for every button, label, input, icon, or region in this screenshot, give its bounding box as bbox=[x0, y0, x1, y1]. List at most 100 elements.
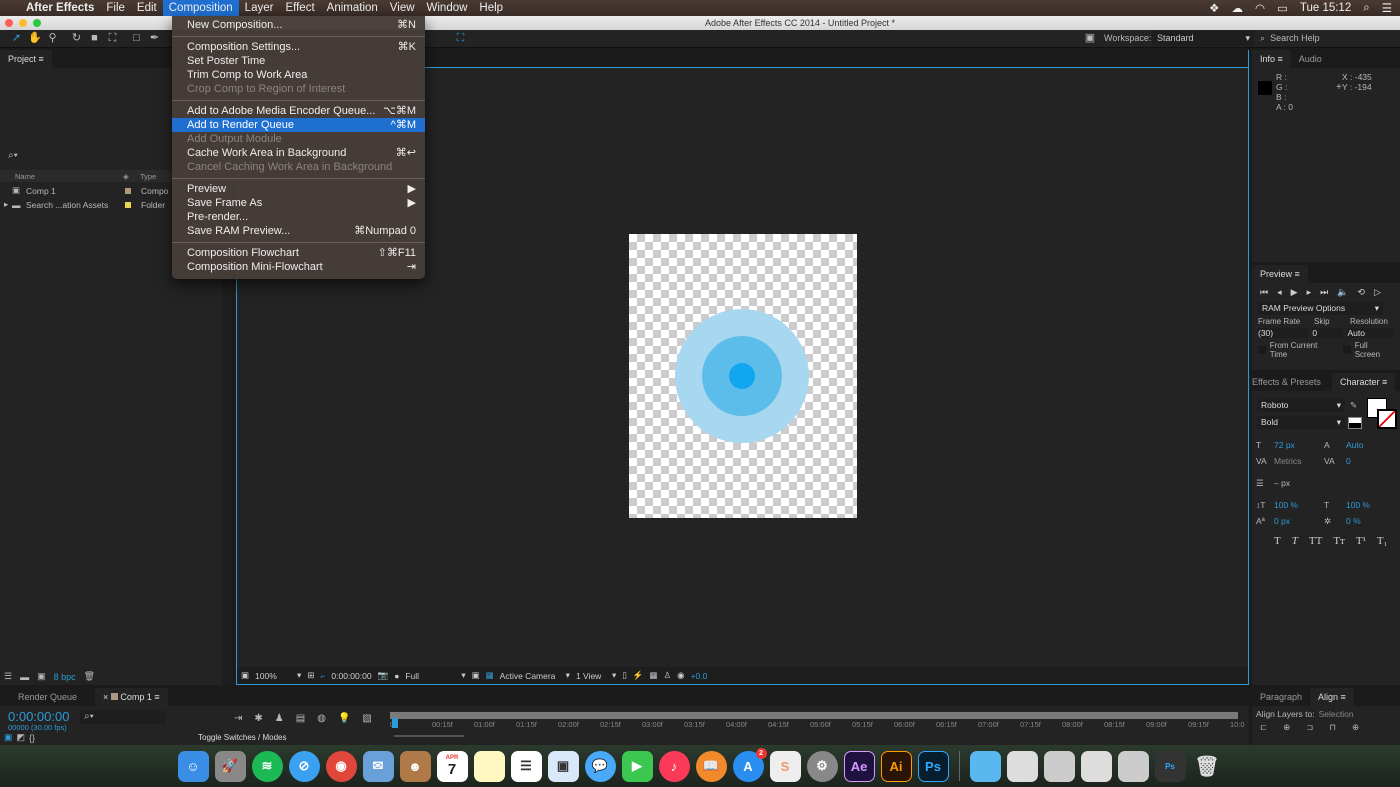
menu-edit[interactable]: Edit bbox=[131, 0, 163, 16]
new-composition-icon[interactable]: ▣ bbox=[37, 671, 46, 682]
wifi-icon[interactable]: ◠ bbox=[1255, 1, 1265, 15]
project-search-icon[interactable]: ⌕▾ bbox=[8, 150, 18, 161]
tab-preview[interactable]: Preview ≡ bbox=[1252, 265, 1308, 283]
motion-blur-icon[interactable]: ◍ bbox=[317, 713, 326, 724]
snapshot-icon[interactable]: 📷 bbox=[378, 670, 389, 681]
illustrator-icon[interactable]: Ai bbox=[880, 750, 912, 782]
font-size-value[interactable]: 72 px bbox=[1274, 437, 1324, 453]
draft-3d-icon[interactable]: ✱ bbox=[254, 713, 262, 724]
timeline-current-time[interactable]: 0:00:00:00 bbox=[8, 709, 69, 724]
preview-icon[interactable]: ▣ bbox=[547, 750, 579, 782]
creative-cloud-icon[interactable]: ☁ bbox=[1231, 1, 1243, 15]
tsume-value[interactable]: 0 % bbox=[1346, 513, 1361, 529]
after-effects-icon[interactable]: Ae bbox=[843, 750, 875, 782]
contacts-icon[interactable]: ☻ bbox=[399, 750, 431, 782]
view-layout-dropdown[interactable]: 1 View bbox=[576, 671, 606, 681]
hand-tool-icon[interactable]: ✋ bbox=[28, 32, 42, 45]
launchpad-icon[interactable]: 🚀 bbox=[214, 750, 246, 782]
safari-icon[interactable]: ⊘ bbox=[288, 750, 320, 782]
column-type[interactable]: Type bbox=[140, 172, 156, 181]
ram-preview-icon[interactable]: ▷ bbox=[1374, 287, 1381, 298]
mute-audio-icon[interactable]: 🔈 bbox=[1337, 287, 1348, 298]
align-top-icon[interactable]: ⊓ bbox=[1329, 722, 1336, 733]
composition-canvas[interactable] bbox=[629, 234, 857, 518]
align-right-icon[interactable]: ⊐ bbox=[1306, 722, 1313, 733]
tab-align[interactable]: Align ≡ bbox=[1310, 688, 1354, 706]
snapping-icon[interactable]: ⛶ bbox=[454, 32, 467, 45]
menu-item-preview[interactable]: Preview ▶ bbox=[172, 182, 425, 196]
menu-item-composition-mini-flowchart[interactable]: Composition Mini-Flowchart ⇥ bbox=[172, 260, 425, 274]
menu-window[interactable]: Window bbox=[421, 0, 474, 16]
screenshot-stack-icon[interactable] bbox=[1080, 750, 1112, 782]
frame-rate-dropdown[interactable]: (30) bbox=[1258, 328, 1309, 338]
camera-dropdown[interactable]: Active Camera bbox=[500, 671, 560, 681]
menu-help[interactable]: Help bbox=[473, 0, 509, 16]
pen-tool-icon[interactable]: ✒ bbox=[148, 32, 161, 45]
menu-view[interactable]: View bbox=[384, 0, 421, 16]
app-store-icon[interactable]: A2 bbox=[732, 747, 767, 782]
stroke-color-swatch[interactable] bbox=[1377, 409, 1397, 429]
align-hcenter-icon[interactable]: ⊕ bbox=[1283, 722, 1290, 733]
menu-app[interactable]: After Effects bbox=[20, 0, 100, 16]
brainstorm-icon[interactable]: 💡 bbox=[338, 713, 350, 724]
resolution-dropdown[interactable]: Auto bbox=[1347, 328, 1394, 338]
full-screen-checkbox[interactable] bbox=[1342, 346, 1351, 354]
exposure-value[interactable]: +0.0 bbox=[691, 671, 708, 681]
always-preview-icon[interactable]: ▣ bbox=[241, 670, 249, 681]
zoom-slider[interactable] bbox=[394, 735, 464, 737]
menu-animation[interactable]: Animation bbox=[321, 0, 384, 16]
system-preferences-icon[interactable]: ⚙ bbox=[806, 750, 838, 782]
loop-icon[interactable]: ⟲ bbox=[1357, 287, 1365, 298]
clock[interactable]: Tue 15:12 bbox=[1300, 2, 1351, 14]
shy-layers-icon[interactable]: ♟ bbox=[275, 713, 284, 724]
comp-mini-flowchart-icon[interactable]: ⇥ bbox=[234, 713, 242, 724]
in-out-icon[interactable]: {} bbox=[29, 733, 35, 743]
baseline-shift-value[interactable]: 0 px bbox=[1274, 513, 1324, 529]
pan-behind-tool-icon[interactable]: ⛶ bbox=[106, 32, 119, 45]
superscript-button[interactable]: T¹ bbox=[1356, 535, 1366, 547]
faux-italic-button[interactable]: T bbox=[1292, 535, 1298, 547]
faux-bold-button[interactable]: T bbox=[1274, 535, 1281, 547]
spotlight-icon[interactable]: ⌕ bbox=[1363, 2, 1369, 15]
minimize-window-button[interactable] bbox=[19, 19, 27, 27]
bit-depth-button[interactable]: 8 bpc bbox=[54, 672, 76, 682]
fast-previews-icon[interactable]: ⚡ bbox=[633, 670, 644, 681]
menu-composition[interactable]: Composition bbox=[162, 0, 239, 16]
all-caps-button[interactable]: TT bbox=[1309, 535, 1322, 547]
work-area-bar[interactable] bbox=[390, 712, 1238, 719]
document-stack-icon[interactable] bbox=[1043, 750, 1075, 782]
graph-editor-icon[interactable]: ▧ bbox=[362, 713, 371, 724]
align-vcenter-icon[interactable]: ⊕ bbox=[1352, 722, 1359, 733]
font-style-dropdown[interactable]: Bold ▾ bbox=[1257, 416, 1345, 429]
dropbox-icon[interactable]: ❖ bbox=[1209, 1, 1219, 15]
vertical-scale-value[interactable]: 100 % bbox=[1274, 497, 1324, 513]
last-frame-icon[interactable]: ⏭ bbox=[1320, 287, 1328, 298]
tab-render-queue[interactable]: Render Queue bbox=[0, 688, 95, 706]
trash-icon[interactable]: 🗑 bbox=[1192, 751, 1223, 782]
align-to-dropdown[interactable]: Selection bbox=[1319, 709, 1354, 719]
timeline-search-input[interactable]: ⌕▾ bbox=[80, 711, 166, 724]
facetime-icon[interactable]: ▶ bbox=[621, 750, 653, 782]
channel-icon[interactable]: ● bbox=[394, 671, 399, 681]
calendar-icon[interactable]: APR 7 bbox=[436, 750, 468, 782]
label-color-swatch[interactable] bbox=[125, 187, 131, 194]
tab-info[interactable]: Info ≡ bbox=[1252, 50, 1291, 68]
menu-item-composition-flowchart[interactable]: Composition Flowchart ⇧⌘F11 bbox=[172, 246, 425, 260]
spotify-icon[interactable]: ≋ bbox=[251, 750, 283, 782]
menu-item-pre-render[interactable]: Pre-render... bbox=[172, 210, 425, 224]
label-column-icon[interactable]: ◈ bbox=[123, 172, 140, 181]
skip-dropdown[interactable]: 0 bbox=[1312, 328, 1344, 338]
align-left-icon[interactable]: ⊏ bbox=[1260, 722, 1267, 733]
small-caps-button[interactable]: Tт bbox=[1333, 535, 1345, 547]
apple-icon[interactable] bbox=[8, 0, 20, 16]
close-window-button[interactable] bbox=[5, 19, 13, 27]
font-family-dropdown[interactable]: Roboto ▾ bbox=[1257, 399, 1345, 412]
tab-audio[interactable]: Audio bbox=[1291, 50, 1330, 68]
horizontal-scale-value[interactable]: 100 % bbox=[1346, 497, 1370, 513]
zoom-window-button[interactable] bbox=[33, 19, 41, 27]
transfer-controls-icon[interactable]: ◩ bbox=[17, 732, 26, 743]
current-time[interactable]: 0:00:00:00 bbox=[331, 671, 371, 681]
new-folder-icon[interactable]: ▬ bbox=[20, 672, 29, 682]
pixel-aspect-icon[interactable]: ▯ bbox=[622, 670, 627, 681]
reminders-icon[interactable]: ☰ bbox=[510, 750, 542, 782]
